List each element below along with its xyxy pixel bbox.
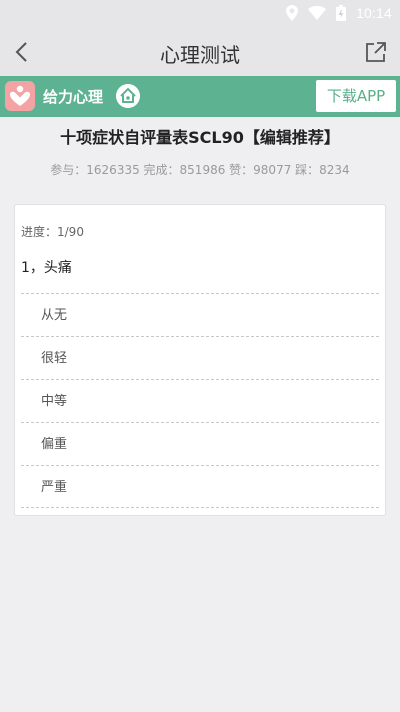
location-icon bbox=[285, 5, 298, 21]
home-icon bbox=[120, 87, 136, 103]
question-card: 进度：1/90 1，头痛 从无 很轻 中等 偏重 严重 bbox=[14, 204, 386, 516]
question-text: 1，头痛 bbox=[21, 260, 72, 276]
answer-option[interactable]: 从无 bbox=[21, 293, 379, 336]
wifi-icon bbox=[307, 6, 326, 20]
promo-banner[interactable]: 给力心理 下载APP bbox=[0, 76, 400, 117]
answer-option[interactable]: 严重 bbox=[21, 465, 379, 508]
share-external-icon[interactable] bbox=[364, 40, 388, 64]
answer-option[interactable]: 偏重 bbox=[21, 422, 379, 465]
home-badge bbox=[116, 84, 140, 108]
status-bar: 10:14 bbox=[0, 0, 400, 28]
status-time: 10:14 bbox=[355, 5, 392, 21]
app-bar: 心理测试 bbox=[0, 28, 400, 76]
answer-option[interactable]: 很轻 bbox=[21, 336, 379, 379]
app-logo bbox=[5, 81, 35, 111]
answer-option[interactable]: 中等 bbox=[21, 379, 379, 422]
test-stats: 参与：1626335 完成：851986 赞：98077 踩：8234 bbox=[50, 163, 350, 177]
page-title: 心理测试 bbox=[160, 43, 240, 67]
progress-label: 进度：1/90 bbox=[21, 225, 84, 239]
brand-name: 给力心理 bbox=[43, 88, 104, 106]
test-title: 十项症状自评量表SCL90【编辑推荐】 bbox=[60, 128, 340, 147]
answer-options: 从无 很轻 中等 偏重 严重 bbox=[21, 293, 379, 508]
download-app-button[interactable]: 下载APP bbox=[316, 80, 396, 112]
heart-person-icon bbox=[10, 85, 30, 106]
battery-icon bbox=[335, 5, 346, 21]
